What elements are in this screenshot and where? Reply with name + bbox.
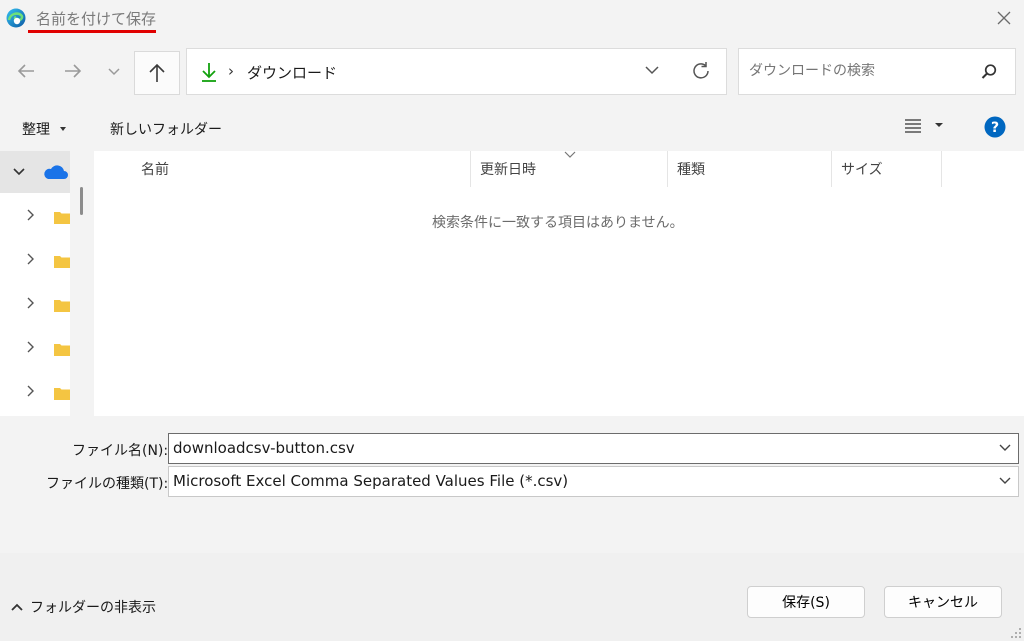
new-folder-button[interactable]: 新しいフォルダー — [110, 119, 222, 139]
save-as-dialog: 名前を付けて保存 › ダウンロード ダウンロードの検索 整理 新しいフォルダー … — [0, 0, 1024, 641]
chevron-right-icon — [27, 341, 34, 353]
column-header-type[interactable]: 種類 — [677, 151, 705, 187]
search-icon[interactable] — [980, 63, 998, 85]
address-history-chevron-icon[interactable] — [643, 61, 661, 83]
up-button[interactable] — [134, 51, 180, 95]
nav-folder-item[interactable] — [0, 283, 70, 327]
title-highlight-underline — [28, 30, 156, 33]
nav-item-onedrive[interactable] — [0, 151, 70, 193]
filetype-label: ファイルの種類(T): — [46, 476, 169, 492]
column-divider[interactable] — [470, 151, 471, 187]
nav-folder-item[interactable] — [0, 327, 70, 371]
dialog-footer: フォルダーの非表示 保存(S) キャンセル — [0, 553, 1024, 641]
nav-folder-item[interactable] — [0, 239, 70, 283]
title-bar: 名前を付けて保存 — [0, 0, 1024, 38]
nav-scrollbar-thumb[interactable] — [80, 187, 83, 215]
chevron-down-icon[interactable] — [998, 475, 1012, 487]
column-header-size[interactable]: サイズ — [841, 151, 883, 187]
column-divider[interactable] — [667, 151, 668, 187]
arrow-up-icon — [149, 63, 165, 82]
chevron-right-icon — [27, 209, 34, 221]
column-header-modified[interactable]: 更新日時 — [480, 151, 536, 187]
help-icon[interactable]: ? — [984, 116, 1006, 142]
close-icon — [997, 11, 1011, 25]
nav-folder-item[interactable] — [0, 195, 70, 239]
edge-browser-icon — [5, 7, 27, 29]
address-bar[interactable]: › ダウンロード — [186, 48, 727, 95]
folder-icon — [54, 388, 70, 400]
chevron-down-icon[interactable] — [998, 442, 1012, 454]
folder-icon — [54, 344, 70, 356]
sort-descending-icon — [564, 151, 576, 158]
navigation-pane — [0, 151, 94, 416]
organize-label: 整理 — [22, 122, 50, 138]
command-bar: 整理 新しいフォルダー — [0, 105, 1024, 151]
onedrive-cloud-icon — [44, 165, 68, 179]
cancel-button[interactable]: キャンセル — [884, 586, 1002, 618]
save-form: ファイル名(N): ファイルの種類(T): Microsoft Excel Co… — [0, 416, 1024, 553]
caret-down-icon — [935, 123, 943, 127]
forward-button[interactable] — [56, 52, 90, 90]
refresh-icon[interactable] — [690, 60, 712, 86]
nav-folder-item[interactable] — [0, 371, 70, 415]
filename-label: ファイル名(N): — [72, 443, 169, 459]
filename-input[interactable] — [173, 439, 973, 457]
chevron-right-icon — [27, 297, 34, 309]
download-icon — [199, 61, 219, 87]
breadcrumb-downloads[interactable]: ダウンロード — [247, 62, 337, 83]
chevron-up-icon — [11, 603, 23, 611]
column-header-name[interactable]: 名前 — [141, 151, 169, 187]
folder-icon — [54, 212, 70, 224]
chevron-down-icon — [13, 168, 25, 176]
breadcrumb-separator: › — [228, 62, 234, 80]
resize-grip-icon[interactable] — [1010, 627, 1022, 639]
caret-down-icon — [60, 127, 66, 131]
save-button[interactable]: 保存(S) — [747, 586, 865, 618]
close-button[interactable] — [986, 2, 1022, 34]
svg-text:?: ? — [991, 120, 999, 136]
organize-menu-button[interactable]: 整理 — [22, 119, 70, 139]
file-list: 名前 更新日時 種類 サイズ 検索条件に一致する項目はありません。 — [94, 151, 1024, 416]
chevron-right-icon — [27, 253, 34, 265]
filename-combobox[interactable] — [168, 433, 1019, 464]
navigation-bar: › ダウンロード — [0, 38, 1024, 104]
filetype-select[interactable]: Microsoft Excel Comma Separated Values F… — [168, 466, 1019, 497]
column-divider[interactable] — [941, 151, 942, 187]
chevron-right-icon — [27, 385, 34, 397]
column-divider[interactable] — [831, 151, 832, 187]
folder-icon — [54, 300, 70, 312]
arrow-right-icon — [65, 64, 82, 78]
dialog-title: 名前を付けて保存 — [36, 10, 157, 28]
filetype-value: Microsoft Excel Comma Separated Values F… — [173, 472, 569, 490]
search-input[interactable] — [749, 63, 969, 79]
hide-folders-toggle[interactable]: フォルダーの非表示 — [10, 597, 156, 617]
chevron-down-icon — [108, 68, 120, 76]
search-box[interactable] — [738, 48, 1016, 95]
hide-folders-label: フォルダーの非表示 — [30, 600, 156, 616]
empty-results-message: 検索条件に一致する項目はありません。 — [432, 215, 684, 231]
view-options-button[interactable] — [904, 117, 944, 133]
folder-icon — [54, 256, 70, 268]
list-view-icon — [905, 119, 921, 133]
back-button[interactable] — [9, 52, 43, 90]
arrow-left-icon — [17, 64, 34, 78]
recent-locations-button[interactable] — [99, 52, 129, 90]
